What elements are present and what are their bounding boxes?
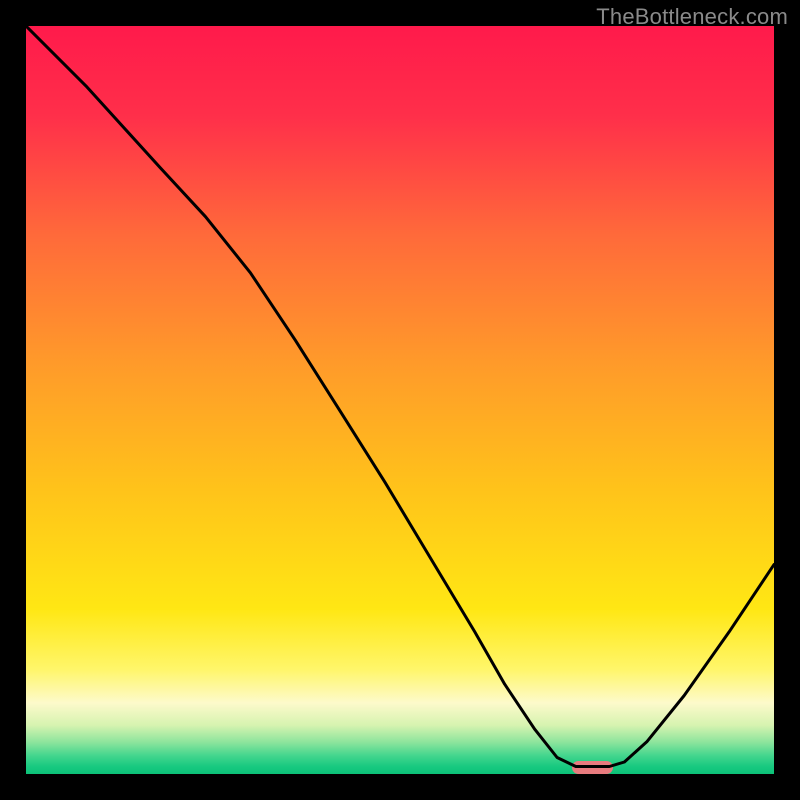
chart-frame: TheBottleneck.com: [0, 0, 800, 800]
bottleneck-curve: [26, 26, 774, 774]
watermark-text: TheBottleneck.com: [596, 4, 788, 30]
plot-area: [26, 26, 774, 774]
